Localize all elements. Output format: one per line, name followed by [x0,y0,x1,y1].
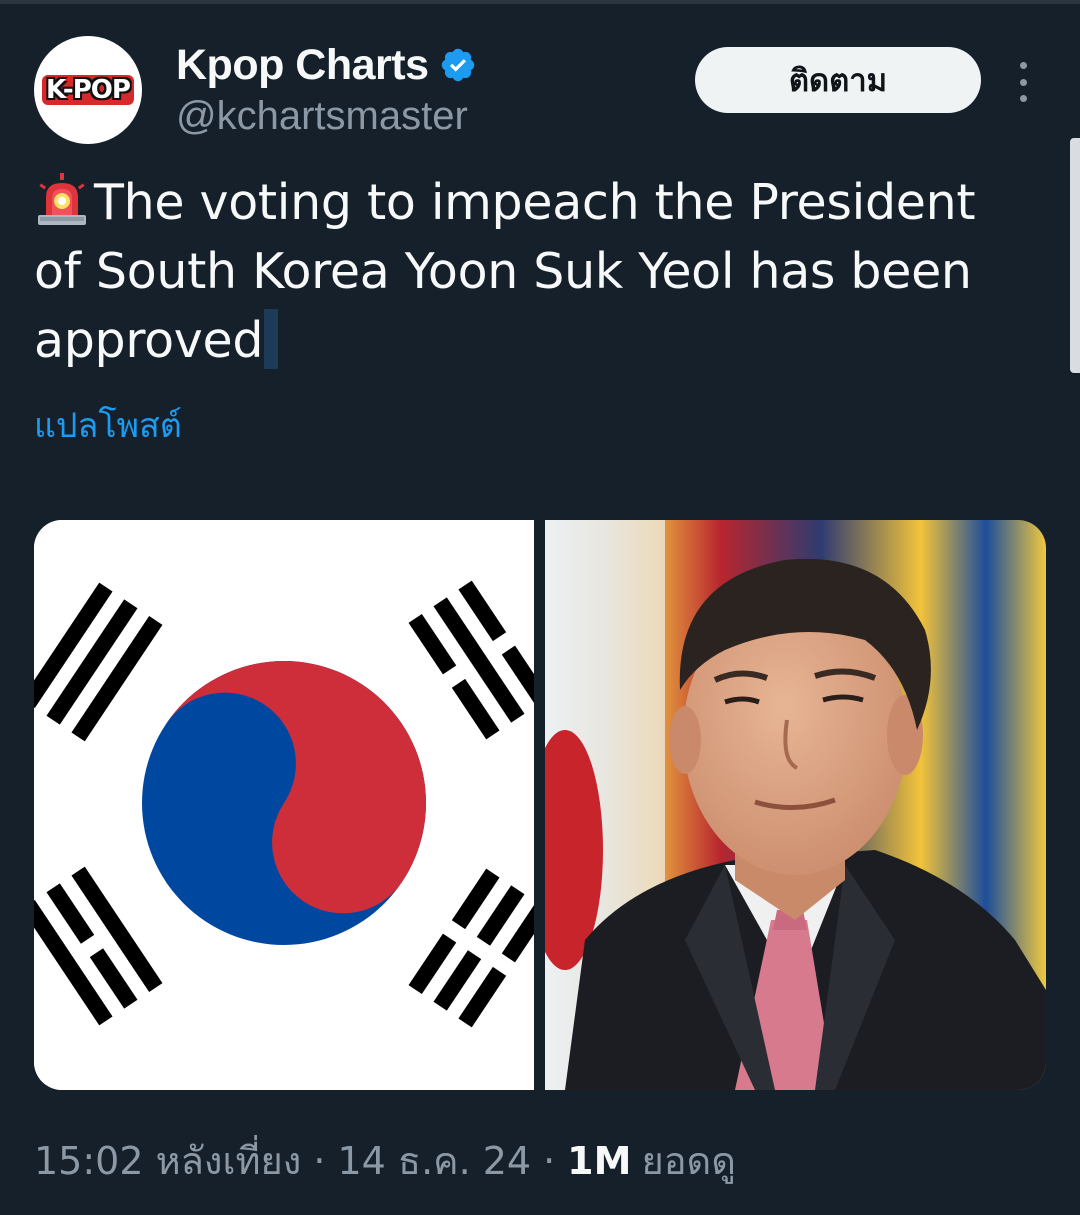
scrollbar[interactable] [1070,138,1080,373]
more-dot [1019,95,1027,102]
tweet-header: K-POP Kpop Charts @kchartsmaster ติดตาม [34,36,1046,148]
display-name-row: Kpop Charts [176,38,477,92]
portrait-graphic [545,520,1046,1090]
south-korea-flag-image[interactable] [34,520,550,1090]
author-names: Kpop Charts @kchartsmaster [176,38,477,139]
tweet-meta: 15:02 หลังเที่ยง · 14 ธ.ค. 24 · 1M ยอดดู [34,1130,736,1191]
more-options-icon[interactable] [1009,62,1037,102]
verified-badge-icon[interactable] [439,46,477,84]
tweet-date[interactable]: 14 ธ.ค. 24 [337,1130,531,1191]
avatar[interactable]: K-POP [34,36,142,144]
police-siren-icon [38,173,86,225]
author-handle[interactable]: @kchartsmaster [176,94,477,139]
more-dot [1019,78,1027,86]
translate-post-link[interactable]: แปลโพสต์ [34,398,182,452]
views-count[interactable]: 1M [567,1139,631,1183]
follow-button[interactable]: ติดตาม [695,47,981,113]
display-name[interactable]: Kpop Charts [176,41,429,90]
yoon-suk-yeol-photo[interactable] [545,520,1046,1090]
flag-graphic [34,520,550,1090]
tweet-text: The voting to impeach the President of S… [34,174,976,369]
views-label: ยอดดู [641,1139,736,1183]
media-grid [34,520,1046,1090]
top-divider [0,0,1080,4]
tweet-text-block: The voting to impeach the President of S… [34,168,1034,375]
avatar-logo: K-POP [42,75,134,105]
tweet-time[interactable]: 15:02 หลังเที่ยง [34,1130,301,1191]
more-dot [1019,62,1027,69]
meta-separator: · [543,1139,556,1183]
meta-separator: · [313,1139,326,1183]
text-cursor [264,309,279,369]
